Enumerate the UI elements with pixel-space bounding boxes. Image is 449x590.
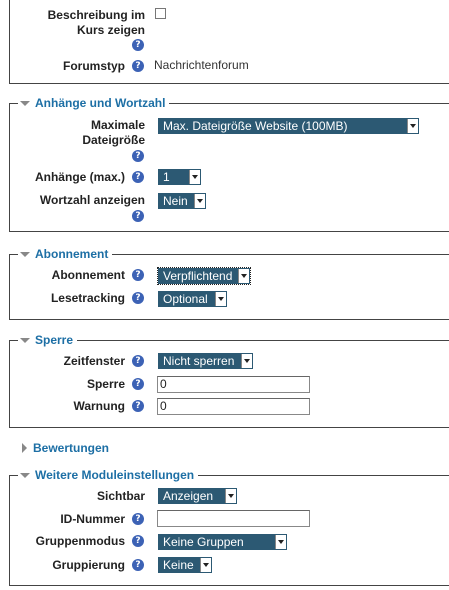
ratings-legend[interactable]: Bewertungen [22,440,109,456]
groupmode-label: Gruppenmodus [35,534,125,548]
forumtype-label: Forumstyp [62,59,125,73]
expanded-chevron-icon [20,337,30,343]
attachments-label: Anhänge (max.) [34,170,125,184]
chevron-down-icon [194,194,205,208]
help-icon[interactable]: ? [132,535,144,547]
help-icon[interactable]: ? [132,378,144,390]
show-description-checkbox[interactable] [155,8,166,19]
help-icon[interactable]: ? [132,171,144,183]
forumtype-value: Nachrichtenforum [154,58,249,72]
help-icon[interactable]: ? [132,292,144,304]
time-window-select[interactable]: Nicht sperren [158,353,253,369]
help-icon[interactable]: ? [132,39,144,51]
subscription-legend[interactable]: Abonnement [18,246,113,262]
expanded-chevron-icon [20,251,30,257]
expanded-chevron-icon [20,472,30,478]
expanded-chevron-icon [20,100,30,106]
chevron-down-icon [215,292,226,306]
tracking-select[interactable]: Optional [158,291,227,307]
lock-legend[interactable]: Sperre [18,332,78,348]
visible-label: Sichtbar [96,489,145,503]
collapsed-chevron-icon [22,443,27,453]
chevron-down-icon [189,170,200,184]
chevron-down-icon [225,489,236,503]
subscription-select[interactable]: Verpflichtend [157,267,251,285]
help-icon[interactable]: ? [132,150,144,162]
chevron-down-icon [200,558,211,572]
time-window-label: Zeitfenster [63,354,125,368]
wordcount-label: Wortzahl anzeigen [39,193,145,207]
chevron-down-icon [275,535,286,549]
visible-select[interactable]: Anzeigen [158,488,237,504]
tracking-label: Lesetracking [50,291,125,305]
help-icon[interactable]: ? [132,400,144,412]
help-icon[interactable]: ? [132,559,144,571]
subscription-label: Abonnement [51,268,125,282]
help-icon[interactable]: ? [132,60,144,72]
grouping-select[interactable]: Keine [158,557,212,573]
maxsize-label: Maximale Dateigröße [82,118,145,147]
help-icon[interactable]: ? [132,513,144,525]
chevron-down-icon [238,269,249,283]
idnumber-label: ID-Nummer [60,512,125,526]
lock-label: Sperre [86,377,125,391]
description-label: Beschreibung im Kurs zeigen [47,8,145,37]
attachments-select[interactable]: 1 [158,169,201,185]
help-icon[interactable]: ? [132,269,144,281]
lock-input[interactable]: 0 [157,376,310,393]
warning-input[interactable]: 0 [157,398,310,415]
chevron-down-icon [241,354,252,368]
subscription-fieldset: Abonnement [9,246,449,320]
groupmode-select[interactable]: Keine Gruppen [158,534,287,550]
warning-label: Warnung [73,399,125,413]
attachments-legend[interactable]: Anhänge und Wortzahl [18,95,170,111]
wordcount-select[interactable]: Nein [158,193,206,209]
chevron-down-icon [407,119,418,133]
module-legend[interactable]: Weitere Moduleinstellungen [18,467,199,483]
help-icon[interactable]: ? [132,210,144,222]
idnumber-input[interactable] [157,510,310,527]
help-icon[interactable]: ? [132,355,144,367]
maxsize-select[interactable]: Max. Dateigröße Website (100MB) [158,118,419,134]
grouping-label: Gruppierung [52,558,125,572]
